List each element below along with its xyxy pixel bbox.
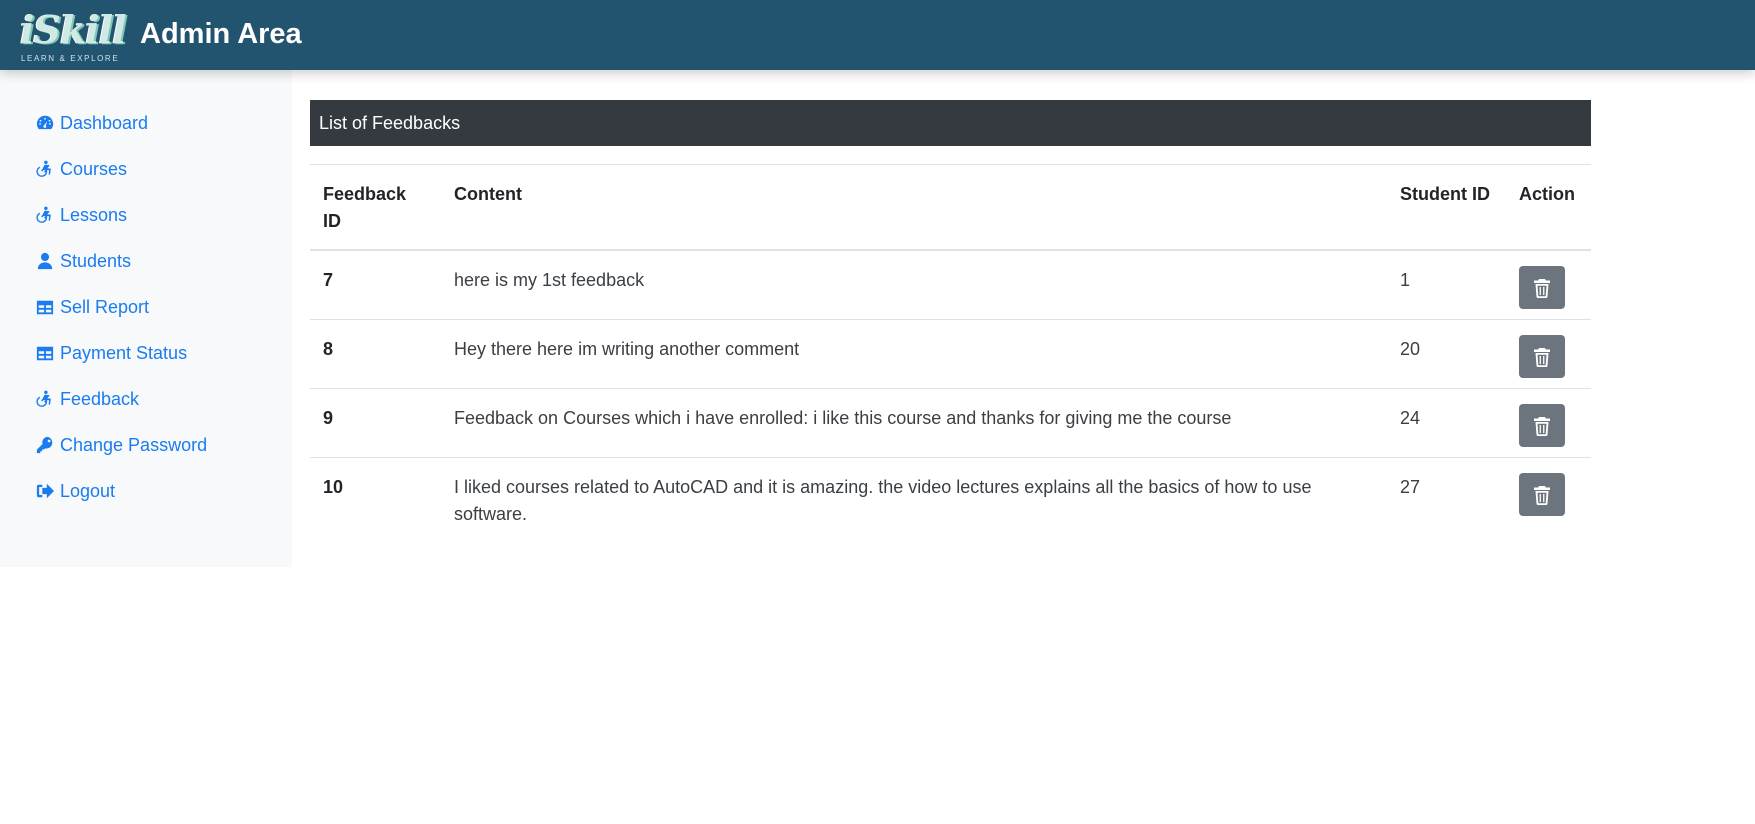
table-row: 8 Hey there here im writing another comm… [310, 319, 1591, 389]
sidebar: Dashboard Courses Lessons Students Sell … [0, 70, 292, 567]
tachometer-icon [35, 113, 55, 133]
feedback-id-cell: 10 [310, 457, 441, 538]
sidebar-item-change-password[interactable]: Change Password [0, 422, 292, 468]
sidebar-item-label: Students [60, 250, 132, 271]
table-row: 9 Feedback on Courses which i have enrol… [310, 388, 1591, 458]
delete-button[interactable] [1519, 266, 1565, 309]
trash-icon [1534, 416, 1550, 436]
sidebar-item-label: Dashboard [60, 112, 149, 133]
accessible-icon [35, 389, 55, 409]
action-cell [1506, 388, 1591, 458]
table-row: 10 I liked courses related to AutoCAD an… [310, 457, 1591, 538]
trash-icon [1534, 485, 1550, 505]
sidebar-item-payment-status[interactable]: Payment Status [0, 330, 292, 376]
trash-icon [1534, 278, 1550, 298]
sign-out-icon [35, 481, 55, 501]
feedback-id-cell: 8 [310, 319, 441, 389]
table-icon [35, 297, 55, 317]
sidebar-item-sell-report[interactable]: Sell Report [0, 284, 292, 330]
logo-tagline: LEARN & EXPLORE [21, 54, 120, 63]
user-icon [35, 251, 55, 271]
content-cell: Feedback on Courses which i have enrolle… [441, 388, 1387, 458]
action-cell [1506, 319, 1591, 389]
main-content: List of Feedbacks Feedback ID Content St… [310, 100, 1591, 538]
feedback-id-cell: 9 [310, 388, 441, 458]
key-icon [35, 435, 55, 455]
student-id-cell: 24 [1387, 388, 1506, 458]
column-header-action: Action [1506, 164, 1591, 251]
sidebar-item-courses[interactable]: Courses [0, 146, 292, 192]
student-id-cell: 1 [1400, 270, 1411, 290]
delete-button[interactable] [1519, 404, 1565, 447]
sidebar-item-label: Sell Report [60, 296, 150, 317]
table-icon [35, 343, 55, 363]
content-cell: I liked courses related to AutoCAD and i… [441, 457, 1387, 538]
accessible-icon [35, 205, 55, 225]
brand-logo[interactable]: iSkill LEARN & EXPLORE [20, 8, 128, 66]
content-cell: here is my 1st feedback [454, 270, 645, 290]
sidebar-item-logout[interactable]: Logout [0, 468, 292, 514]
logo-wordmark: iSkill [20, 7, 127, 52]
sidebar-item-label: Change Password [60, 434, 208, 455]
sidebar-item-label: Courses [60, 158, 128, 179]
table-row: 7 here is my 1st feedback 1 [310, 250, 1591, 320]
page-title: Admin Area [140, 18, 302, 50]
sidebar-item-label: Payment Status [60, 342, 188, 363]
sidebar-item-label: Logout [60, 480, 116, 501]
table-header-row: Feedback ID Content Student ID Action [310, 164, 1591, 251]
column-header-content: Content [441, 164, 1387, 251]
student-id-cell: 20 [1387, 319, 1506, 389]
content-cell: Hey there here im writing another commen… [441, 319, 1387, 389]
accessible-icon [35, 159, 55, 179]
sidebar-item-lessons[interactable]: Lessons [0, 192, 292, 238]
sidebar-item-dashboard[interactable]: Dashboard [0, 100, 292, 146]
delete-button[interactable] [1519, 335, 1565, 378]
top-navbar: iSkill LEARN & EXPLORE Admin Area [0, 0, 1755, 70]
student-id-cell: 27 [1387, 457, 1506, 538]
sidebar-item-feedback[interactable]: Feedback [0, 376, 292, 422]
trash-icon [1534, 347, 1550, 367]
action-cell [1506, 250, 1591, 320]
delete-button[interactable] [1519, 473, 1565, 516]
action-cell [1506, 457, 1591, 538]
sidebar-item-label: Lessons [60, 204, 128, 225]
feedback-id-cell: 7 [323, 270, 334, 290]
column-header-student-id: Student ID [1387, 164, 1506, 251]
sidebar-item-students[interactable]: Students [0, 238, 292, 284]
card-title: List of Feedbacks [310, 100, 1591, 146]
sidebar-item-label: Feedback [60, 388, 140, 409]
feedback-table: Feedback ID Content Student ID Action 7 … [310, 164, 1591, 538]
column-header-feedback-id: Feedback ID [310, 164, 441, 251]
